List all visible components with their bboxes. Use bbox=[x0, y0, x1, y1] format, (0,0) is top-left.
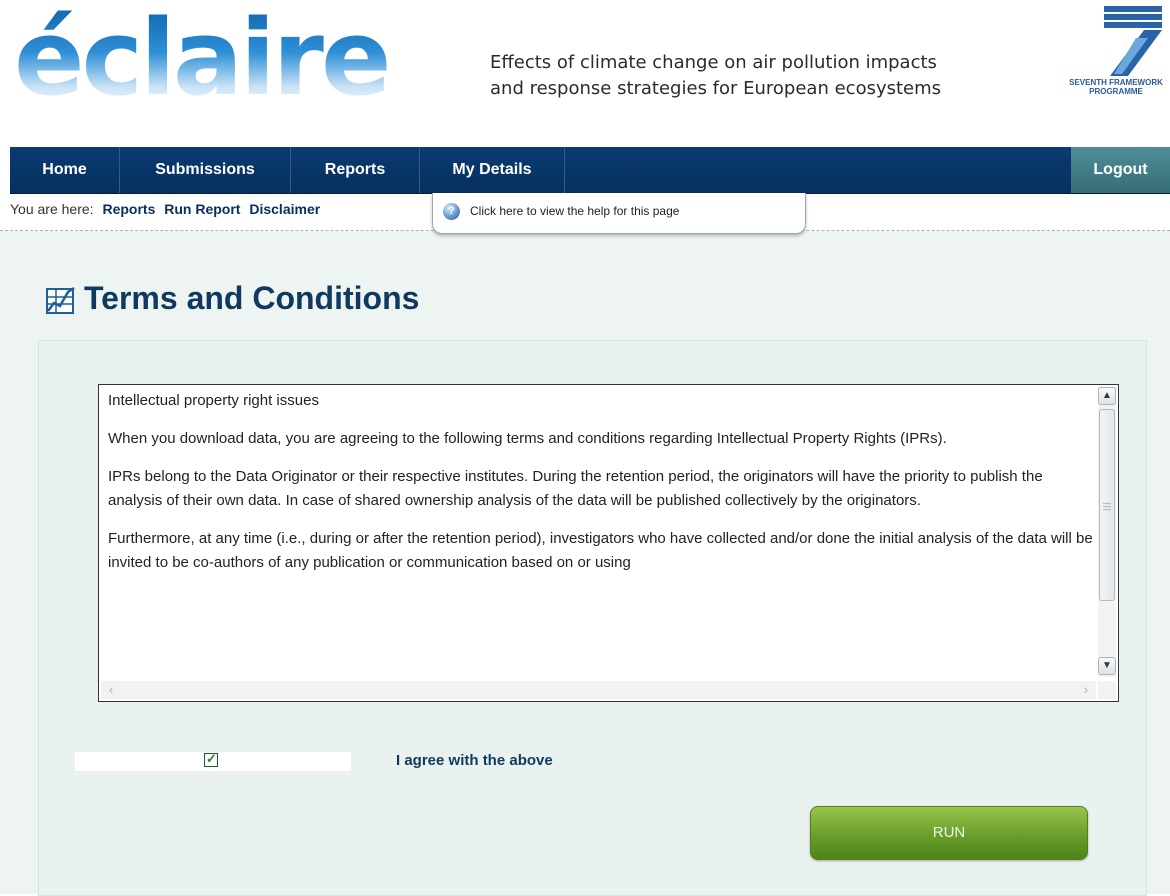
terms-paragraph: When you download data, you are agreeing… bbox=[108, 430, 947, 447]
breadcrumb: You are here: Reports Run Report Disclai… bbox=[10, 201, 320, 217]
run-button[interactable]: RUN bbox=[810, 806, 1088, 860]
scrollbar-grip-icon: ― ― ― bbox=[1103, 499, 1111, 514]
scrollbar-thumb[interactable]: ― ― ― bbox=[1099, 409, 1115, 601]
fp7-caption-line-1: SEVENTH FRAMEWORK bbox=[1069, 78, 1163, 87]
tagline-line-1: Effects of climate change on air polluti… bbox=[490, 52, 937, 73]
help-icon: ? bbox=[443, 203, 460, 220]
breadcrumb-prefix: You are here: bbox=[10, 201, 94, 217]
vertical-scrollbar[interactable]: ▲ ― ― ― ▼ bbox=[1098, 387, 1116, 677]
tagline-line-2: and response strategies for European eco… bbox=[490, 78, 942, 99]
page-title: Terms and Conditions bbox=[84, 280, 420, 316]
help-link[interactable]: ? Click here to view the help for this p… bbox=[432, 193, 806, 234]
nav-item-home[interactable]: Home bbox=[10, 147, 120, 193]
nav-item-reports[interactable]: Reports bbox=[291, 147, 420, 193]
horizontal-scrollbar[interactable]: ‹ › bbox=[101, 681, 1096, 699]
terms-text: Intellectual property right issues When … bbox=[108, 389, 1093, 674]
terms-paragraph: IPRs belong to the Data Originator or th… bbox=[108, 468, 1043, 509]
breadcrumb-item-disclaimer[interactable]: Disclaimer bbox=[249, 201, 320, 217]
help-link-text: Click here to view the help for this pag… bbox=[470, 204, 680, 218]
scroll-down-icon[interactable]: ▼ bbox=[1098, 657, 1116, 675]
checkmark-icon: ✓ bbox=[206, 751, 217, 766]
terms-paragraph: Intellectual property right issues bbox=[108, 392, 319, 409]
breadcrumb-item-run-report[interactable]: Run Report bbox=[164, 201, 240, 217]
nav-item-my-details[interactable]: My Details bbox=[420, 147, 565, 193]
chart-report-icon bbox=[46, 286, 75, 314]
agree-label: I agree with the above bbox=[396, 752, 553, 769]
fp7-caption: SEVENTH FRAMEWORK PROGRAMME bbox=[1062, 78, 1170, 96]
agree-checkbox[interactable]: ✓ bbox=[204, 751, 218, 767]
scrollbar-corner bbox=[1098, 681, 1116, 699]
breadcrumb-item-reports[interactable]: Reports bbox=[102, 201, 155, 217]
terms-paragraph: Furthermore, at any time (i.e., during o… bbox=[108, 530, 1093, 571]
logout-button[interactable]: Logout bbox=[1071, 147, 1170, 193]
main-nav: Home Submissions Reports My Details Logo… bbox=[10, 147, 1170, 194]
scroll-left-icon[interactable]: ‹ bbox=[103, 682, 119, 697]
terms-textbox[interactable]: Intellectual property right issues When … bbox=[98, 384, 1119, 702]
fp7-caption-line-2: PROGRAMME bbox=[1089, 87, 1143, 96]
header-tagline: Effects of climate change on air polluti… bbox=[490, 50, 941, 102]
eclaire-logo: éclaire bbox=[14, 0, 391, 119]
scroll-up-icon[interactable]: ▲ bbox=[1098, 387, 1116, 405]
scroll-right-icon[interactable]: › bbox=[1078, 682, 1094, 697]
nav-item-submissions[interactable]: Submissions bbox=[120, 147, 291, 193]
